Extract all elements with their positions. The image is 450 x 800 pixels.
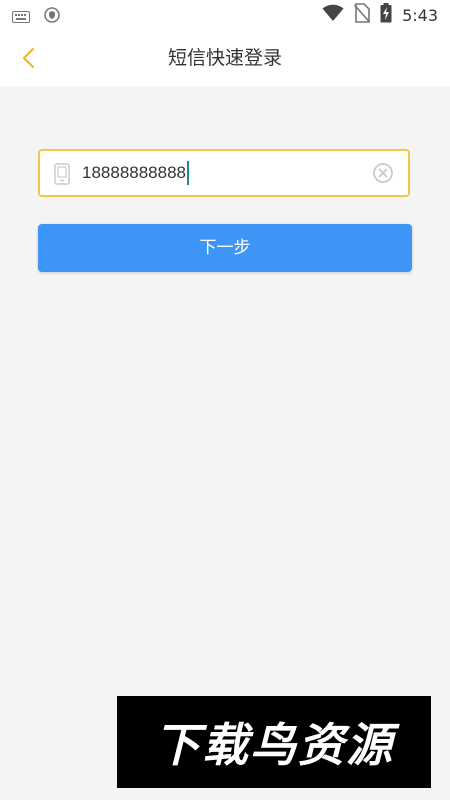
status-right-icons: 5:43 (322, 3, 438, 27)
shield-icon (44, 7, 60, 27)
no-sim-icon (353, 3, 371, 27)
text-caret (187, 161, 190, 185)
status-time: 5:43 (402, 5, 438, 25)
watermark-banner: 下载鸟资源 (117, 696, 431, 788)
phone-input[interactable]: 18888888888 (82, 151, 190, 195)
watermark-text: 下载鸟资源 (154, 718, 394, 772)
keyboard-icon (12, 8, 30, 27)
header-bar: 短信快速登录 (0, 30, 450, 86)
next-step-button[interactable]: 下一步 (38, 224, 412, 272)
phone-number-field[interactable]: 18888888888 (38, 149, 410, 197)
wifi-icon (322, 4, 344, 26)
battery-charging-icon (380, 3, 392, 27)
phone-icon (54, 163, 70, 185)
clear-circle-icon[interactable] (372, 162, 394, 184)
status-bar: 5:43 (0, 0, 450, 30)
page-title: 短信快速登录 (167, 47, 282, 69)
phone-input-value: 18888888888 (82, 163, 187, 182)
status-left-icons (12, 7, 60, 27)
